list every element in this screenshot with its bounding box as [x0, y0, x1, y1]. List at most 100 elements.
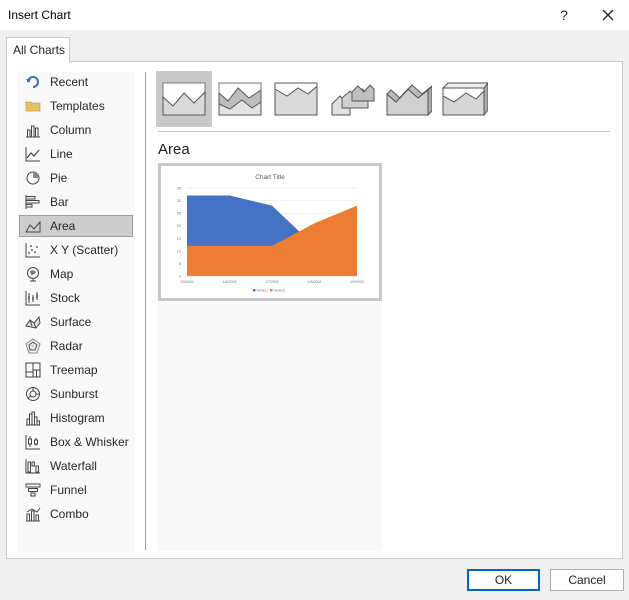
- y-tick-label: 0: [179, 275, 181, 279]
- sidebar-item-combo[interactable]: Combo: [19, 503, 133, 525]
- map-chart-icon: [27, 267, 39, 282]
- y-tick-label: 25: [177, 212, 181, 216]
- sidebar-item-templates[interactable]: Templates: [19, 95, 133, 117]
- chart-type-list: Recent Templates Column Line Pie Bar Area X Y (…: [17, 72, 135, 552]
- sidebar-item-bar[interactable]: Bar: [19, 191, 133, 213]
- y-tick-label: 30: [177, 199, 181, 203]
- 100-stacked-area-icon: [274, 82, 318, 116]
- funnel-chart-icon-wrap: [24, 482, 42, 498]
- pie-chart-icon: [26, 171, 40, 185]
- sidebar-item-line[interactable]: Line: [19, 143, 133, 165]
- tab-all-charts[interactable]: All Charts: [6, 37, 70, 62]
- subtype-stacked-area[interactable]: [212, 71, 268, 127]
- sidebar-item-label: Sunburst: [50, 387, 99, 401]
- subtype-3d-area[interactable]: [324, 71, 380, 127]
- close-icon: [602, 9, 614, 21]
- y-tick-label: 20: [177, 224, 181, 228]
- bar-chart-icon: [25, 195, 40, 209]
- 3d-stacked-area-icon: [386, 84, 432, 117]
- subtype-area[interactable]: [156, 71, 212, 127]
- sidebar-item-funnel[interactable]: Funnel: [19, 479, 133, 501]
- box-whisker-chart-icon-wrap: [24, 434, 42, 450]
- subtype-3d-stacked-area[interactable]: [380, 71, 436, 127]
- recent-icon: [26, 76, 39, 88]
- sidebar-item-x-y-scatter[interactable]: X Y (Scatter): [19, 239, 133, 261]
- subtype-100-stacked-area[interactable]: [268, 71, 324, 127]
- sidebar-item-label: Waterfall: [50, 459, 97, 473]
- sidebar-item-box-and-whisker[interactable]: Box & Whisker: [19, 431, 133, 453]
- stock-chart-icon-wrap: [24, 290, 42, 306]
- legend-swatch: [253, 289, 256, 292]
- sidebar-item-label: Stock: [50, 291, 81, 305]
- folder-icon: [25, 101, 41, 112]
- chart-title: Chart Title: [255, 174, 285, 181]
- sidebar-item-label: Pie: [50, 171, 68, 185]
- sidebar-item-recent[interactable]: Recent: [19, 71, 133, 93]
- sidebar-item-label: Box & Whisker: [50, 435, 129, 449]
- dialog-title: Insert Chart: [8, 8, 71, 22]
- chart-preview[interactable]: Chart Title 0 5 10 15 20 25 30 35 1/5/2002 1/6/200…: [158, 163, 382, 301]
- radar-chart-icon: [25, 338, 41, 354]
- sidebar-item-sunburst[interactable]: Sunburst: [19, 383, 133, 405]
- y-tick-label: 15: [177, 237, 181, 241]
- horizontal-divider: [158, 131, 610, 132]
- x-tick-label: 1/9/2002: [350, 280, 364, 284]
- sidebar-item-stock[interactable]: Stock: [19, 287, 133, 309]
- legend-label: Series2: [274, 289, 286, 293]
- sidebar-item-waterfall[interactable]: Waterfall: [19, 455, 133, 477]
- scatter-chart-icon-wrap: [24, 242, 42, 258]
- combo-chart-icon: [26, 507, 41, 522]
- pie-chart-icon-wrap: [24, 170, 42, 186]
- area-icon: [162, 82, 206, 116]
- close-button[interactable]: [596, 4, 620, 26]
- column-chart-icon-wrap: [24, 122, 42, 138]
- sidebar-item-column[interactable]: Column: [19, 119, 133, 141]
- histogram-chart-icon-wrap: [24, 410, 42, 426]
- waterfall-chart-icon: [25, 459, 40, 474]
- folder-icon-wrap: [24, 98, 42, 114]
- surface-chart-icon-wrap: [24, 314, 42, 330]
- stock-chart-icon: [25, 291, 40, 306]
- sidebar-item-label: Radar: [50, 339, 83, 353]
- bar-chart-icon-wrap: [24, 194, 42, 210]
- sidebar-item-surface[interactable]: Surface: [19, 311, 133, 333]
- sidebar-item-treemap[interactable]: Treemap: [19, 359, 133, 381]
- column-chart-icon: [26, 125, 40, 138]
- treemap-chart-icon-wrap: [24, 362, 42, 378]
- sidebar-item-label: Treemap: [50, 363, 98, 377]
- subtype-3d-100-stacked-area[interactable]: [436, 71, 492, 127]
- waterfall-chart-icon-wrap: [24, 458, 42, 474]
- sidebar-item-label: Recent: [50, 75, 89, 89]
- sidebar-item-histogram[interactable]: Histogram: [19, 407, 133, 429]
- legend-label: Series1: [257, 289, 269, 293]
- radar-chart-icon-wrap: [24, 338, 42, 354]
- sidebar-item-label: Map: [50, 267, 74, 281]
- sidebar-item-label: Area: [50, 219, 76, 233]
- sunburst-chart-icon-wrap: [24, 386, 42, 402]
- sidebar-item-area[interactable]: Area: [19, 215, 133, 237]
- x-tick-label: 1/8/2002: [308, 280, 322, 284]
- scatter-chart-icon: [25, 243, 40, 258]
- sidebar-item-label: Line: [50, 147, 73, 161]
- combo-chart-icon-wrap: [24, 506, 42, 522]
- x-tick-label: 1/5/2002: [180, 280, 194, 284]
- area-chart-icon-wrap: [24, 218, 42, 234]
- 3d-area-icon: [331, 84, 375, 116]
- x-tick-label: 1/6/2002: [223, 280, 237, 284]
- surface-chart-icon: [25, 315, 41, 329]
- sidebar-item-radar[interactable]: Radar: [19, 335, 133, 357]
- sidebar-item-label: X Y (Scatter): [50, 243, 119, 257]
- ok-button[interactable]: OK: [467, 569, 540, 591]
- sidebar-item-label: Combo: [50, 507, 89, 521]
- sidebar-item-label: Bar: [50, 195, 69, 209]
- sidebar-item-map[interactable]: Map: [19, 263, 133, 285]
- area-chart-icon: [25, 220, 41, 233]
- y-tick-label: 10: [177, 249, 181, 253]
- help-button[interactable]: ?: [554, 4, 574, 26]
- cancel-button[interactable]: Cancel: [550, 569, 624, 591]
- box-whisker-chart-icon: [25, 435, 40, 450]
- stacked-area-icon: [218, 82, 262, 116]
- recent-icon-wrap: [24, 74, 42, 90]
- treemap-chart-icon: [25, 362, 41, 378]
- sidebar-item-pie[interactable]: Pie: [19, 167, 133, 189]
